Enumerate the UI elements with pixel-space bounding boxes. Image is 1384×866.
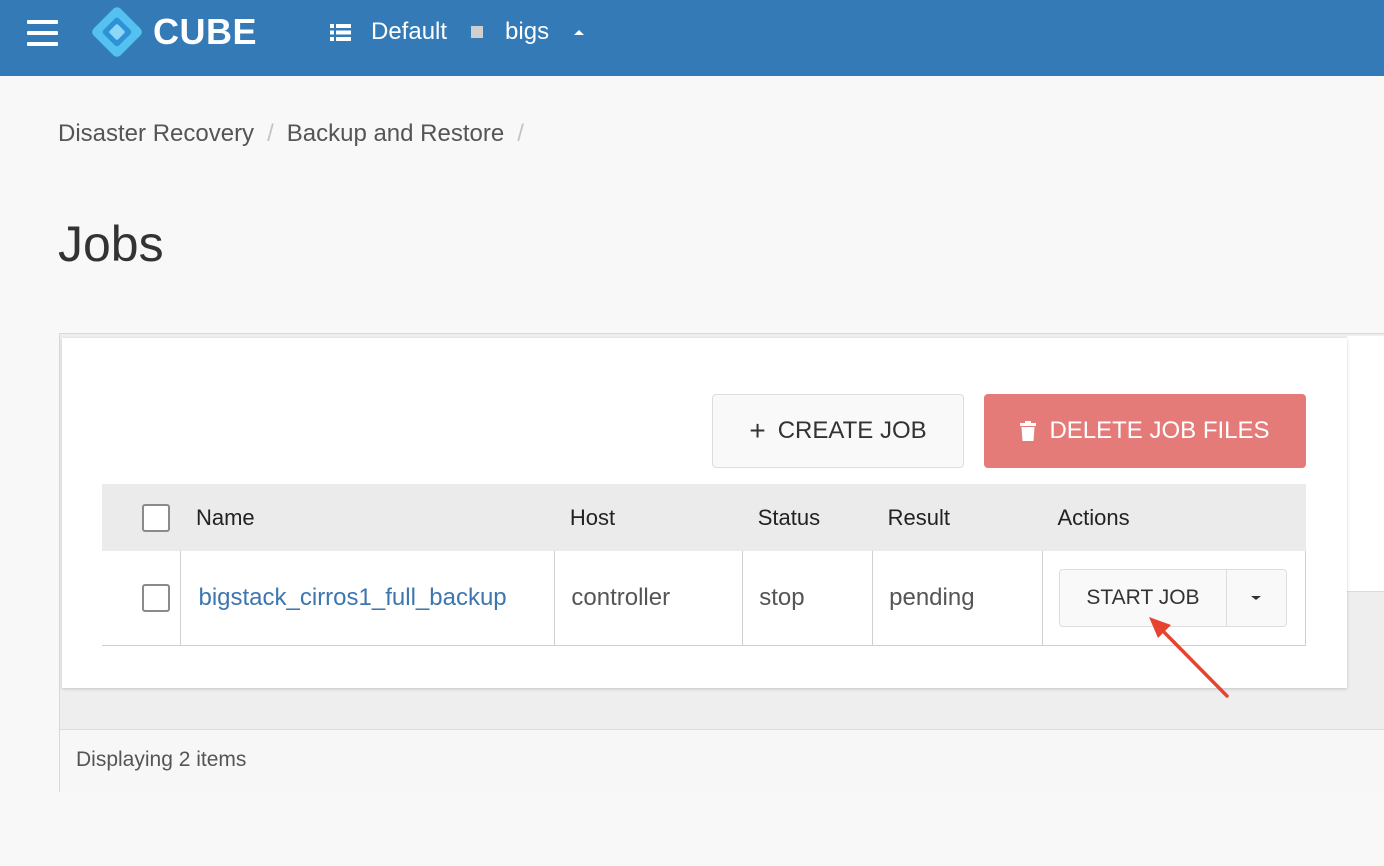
column-header-result-label: Result [887,504,950,530]
table-header-row: Name Host Status Result Actions [102,484,1306,551]
column-header-status[interactable]: Status [743,484,873,551]
column-header-result[interactable]: Result [873,484,1043,551]
breadcrumb-disaster-recovery[interactable]: Disaster Recovery [58,120,254,148]
header-select-cell [102,484,181,551]
column-header-name-label: Name [195,504,255,530]
job-name-link[interactable]: bigstack_cirros1_full_backup [198,584,506,611]
breadcrumb-separator: / [517,120,524,147]
column-header-host-label: Host [569,504,616,530]
caret-up-icon [574,29,585,35]
brand-name[interactable]: CUBE [153,11,257,53]
column-header-host[interactable]: Host [555,484,743,551]
side-card [1347,336,1384,592]
delete-job-files-label: DELETE JOB FILES [1049,417,1270,444]
row-checkbox[interactable] [142,583,170,612]
column-header-actions: Actions [1042,484,1305,551]
row-actions-dropdown-toggle[interactable] [1227,570,1286,626]
create-job-label: CREATE JOB [777,417,927,444]
result-value: pending [889,583,975,611]
project-name: bigs [505,18,550,45]
breadcrumb-backup-and-restore[interactable]: Backup and Restore [287,120,504,148]
select-all-checkbox[interactable] [142,503,170,532]
hamburger-menu-icon[interactable] [27,20,59,46]
column-header-name[interactable]: Name [181,484,555,551]
page-title: Jobs [58,216,164,272]
delete-job-files-button[interactable]: DELETE JOB FILES [984,394,1306,468]
result-cell: pending [872,551,1043,645]
domain-name: Default [371,18,448,45]
create-job-button[interactable]: + CREATE JOB [712,394,964,468]
jobs-card: + CREATE JOB DELETE JOB FILES Name Host [62,338,1347,688]
column-header-actions-label: Actions [1057,504,1130,530]
project-selector[interactable]: Default bigs [330,14,585,50]
job-name-cell: bigstack_cirros1_full_backup [180,551,556,645]
breadcrumb-separator: / [267,120,274,147]
item-count: Displaying 2 items [76,748,247,771]
column-header-status-label: Status [757,504,821,530]
table-footer: Displaying 2 items [60,729,1384,792]
host-cell: controller [554,551,744,645]
breadcrumb: Disaster Recovery / Backup and Restore / [58,120,537,148]
top-navbar: CUBE Default bigs [0,0,1384,76]
status-value: stop [759,583,805,611]
table-row: bigstack_cirros1_full_backup controller … [102,551,1307,645]
row-action-group: START JOB [1058,568,1287,627]
jobs-table: Name Host Status Result Actions bigstack… [102,484,1307,646]
trash-icon [1020,421,1037,441]
square-icon [471,26,484,38]
host-value: controller [571,583,671,611]
cube-logo-icon[interactable] [90,5,144,59]
start-job-button[interactable]: START JOB [1060,569,1227,626]
row-select-cell [102,551,182,645]
actions-cell: START JOB [1042,551,1307,645]
list-icon [330,23,351,41]
status-cell: stop [742,551,874,645]
caret-down-icon [1251,595,1262,600]
plus-icon: + [749,415,766,446]
